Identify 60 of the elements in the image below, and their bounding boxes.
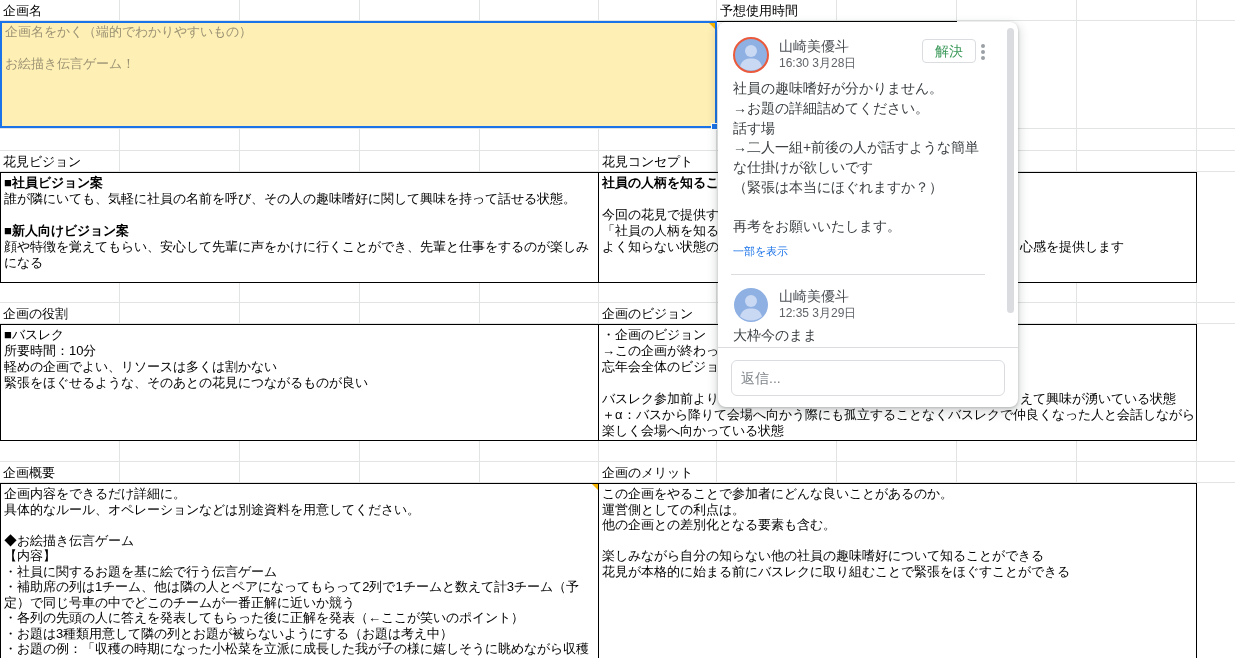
cell-text: 所要時間：10分 — [4, 343, 97, 359]
comment-time: 16:30 3月28日 — [779, 55, 857, 71]
section-heading: 企画概要 — [3, 465, 55, 481]
comment-text: 大枠今のまま — [733, 326, 817, 345]
scrollbar[interactable] — [1007, 28, 1014, 313]
cell-text: 他の企画との差別化となる要素も含む。 — [602, 517, 836, 533]
cell-text: よく知らない状態の — [602, 239, 719, 255]
cell-text: ・企画のビジョン — [602, 327, 706, 343]
cell-text: 誰が隣にいても、気軽に社員の名前を呼び、その人の趣味嗜好に関して興味を持って話せる状態。 — [4, 191, 576, 207]
comment-text: →二人一組+前後の人が話すような簡単な仕掛けが欲しいです — [733, 138, 981, 177]
comment-time: 12:35 3月29日 — [779, 305, 857, 321]
cell-text: お絵描き伝言ゲーム！ — [5, 56, 135, 72]
cell-text: 企画名をかく（端的でわかりやすいもの） — [5, 24, 252, 40]
cell-text: 楽しみながら自分の知らない他の社員の趣味嗜好について知ることができる — [602, 548, 1044, 564]
section-heading: 企画の役割 — [3, 306, 68, 322]
cell-text: ◆お絵描き伝言ゲーム — [4, 532, 134, 548]
comment-text: 社員の趣味嗜好が分かりません。 — [733, 79, 943, 98]
more-options-icon[interactable] — [981, 44, 985, 60]
cell-text: 「社員の人柄を知る — [602, 223, 719, 239]
cell-subheading: ■新人向けビジョン案 — [4, 223, 129, 239]
fill-handle[interactable] — [711, 123, 718, 130]
cell-text: 顔や特徴を覚えてもらい、安心して先輩に声をかけに行くことができ、先輩と仕事をするのが楽しみになる — [4, 239, 590, 271]
section-heading: 企画のビジョン — [602, 306, 693, 322]
cell-text: 花見が本格的に始まる前にバスレクに取り組むことで緊張をほぐすことができる — [602, 563, 1070, 579]
cell-text: ・お題の例：「収穫の時期になった小松菜を立派に成長した我が子の様に嬉しそうに眺めながら収穫 — [4, 641, 589, 657]
resolve-button[interactable]: 解決 — [922, 39, 976, 63]
cell-text: 忘年会全体のビジョ — [602, 359, 719, 375]
cell-subheading: ■社員ビジョン案 — [4, 175, 103, 191]
cell-text: この企画をやることで参加者にどんな良いことがあるのか。 — [602, 486, 953, 502]
cell-text: えて興味が湧いている状態 — [1020, 391, 1176, 407]
comment-text: （緊張は本当にほぐれますか？） — [733, 177, 943, 197]
section-heading: 花見ビジョン — [3, 154, 81, 170]
cell-text: 運営側としての利点は。 — [602, 501, 745, 517]
cell-text: 具体的なルール、オペレーションなどは別途資料を用意してください。 — [4, 501, 420, 517]
reply-field[interactable]: 返信... — [731, 360, 1005, 396]
comment-text: →お題の詳細詰めてください。 — [733, 98, 929, 118]
section-heading: 企画名 — [3, 3, 42, 19]
cell-text: ＋α：バスから降りて会場へ向かう際にも孤立することなくバスレクで仲良くなった人と会話しながら楽しく会場へ向かっている状態 — [602, 407, 1196, 439]
cell-text: 軽めの企画でよい、リソースは多くは割かない — [4, 359, 277, 375]
cell-text: ・社員に関するお題を基に絵で行う伝言ゲーム — [4, 563, 277, 579]
cell-text: 【内容】 — [4, 548, 56, 564]
cell-text: ・お題は3種類用意して隣の列とお題が被らないようにする（お題は考え中） — [4, 625, 454, 641]
show-more-link[interactable]: 一部を表示 — [733, 243, 788, 259]
section-heading: 花見コンセプト — [602, 154, 693, 170]
cell-text: ■バスレク — [4, 327, 64, 343]
comment-author: 山崎美優斗 — [779, 37, 850, 55]
cell-text: 心感を提供します — [1020, 239, 1124, 255]
cell-text: バスレク参加前より — [602, 391, 719, 407]
cell-text: →この企画が終わっ — [602, 343, 719, 359]
comment-text: 話す場 — [733, 118, 775, 138]
cell-text: 企画内容をできるだけ詳細に。 — [4, 486, 186, 502]
comment-text: 再考をお願いいたします。 — [733, 217, 901, 237]
cell-text: ・補助席の列は1チーム、他は隣の人とペアになってもらって2列で1チームと数えて計3チーム（予定）で同じ号車の中でどこのチームが一番正解に近いか競う — [4, 579, 580, 610]
section-heading: 予想使用時間 — [720, 3, 798, 19]
cell-text: ・各列の先頭の人に答えを発表してもらった後に正解を発表（←ここが笑いのポイント） — [4, 610, 524, 626]
cell-text: 緊張をほぐせるような、そのあとの花見につながるものが良い — [4, 375, 368, 391]
comment-author: 山崎美優斗 — [779, 287, 850, 305]
cell-text: 今回の花見で提供す — [602, 207, 719, 223]
cell-subheading: 社員の人柄を知るこ — [602, 175, 719, 191]
section-heading: 企画のメリット — [602, 465, 693, 481]
